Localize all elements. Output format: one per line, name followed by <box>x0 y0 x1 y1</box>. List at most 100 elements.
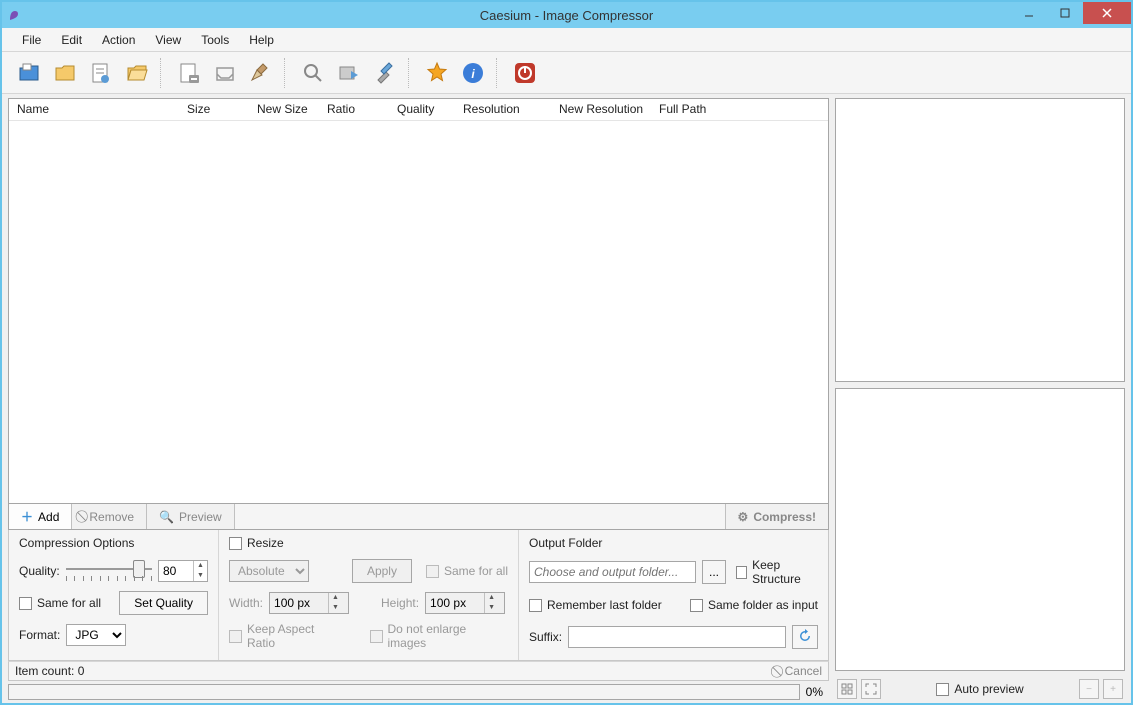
refresh-icon <box>798 629 812 643</box>
zoom-out-button[interactable]: − <box>1079 679 1099 699</box>
toolbar-separator <box>284 58 290 88</box>
magnifier-icon: 🔍 <box>159 510 174 524</box>
original-preview-pane <box>835 98 1125 382</box>
col-ratio[interactable]: Ratio <box>319 99 389 120</box>
action-spacer <box>235 504 725 529</box>
width-spinbox[interactable]: ▲▼ <box>269 592 349 614</box>
menu-help[interactable]: Help <box>239 30 284 50</box>
window-title: Caesium - Image Compressor <box>2 8 1131 23</box>
broom-icon[interactable] <box>244 56 278 90</box>
preview-label: Preview <box>179 510 222 524</box>
resize-same-for-all-checkbox[interactable] <box>426 565 439 578</box>
close-button[interactable] <box>1083 2 1131 24</box>
menu-file[interactable]: File <box>12 30 51 50</box>
add-label: Add <box>38 510 59 524</box>
file-list-icon[interactable] <box>84 56 118 90</box>
progress-value: 0% <box>806 685 823 699</box>
auto-preview-label: Auto preview <box>954 682 1023 696</box>
quality-label: Quality: <box>19 564 60 578</box>
remember-folder-checkbox[interactable] <box>529 599 542 612</box>
file-table: Name Size New Size Ratio Quality Resolut… <box>8 98 829 504</box>
compress-run-icon[interactable] <box>332 56 366 90</box>
menu-action[interactable]: Action <box>92 30 145 50</box>
table-header: Name Size New Size Ratio Quality Resolut… <box>9 99 828 121</box>
maximize-button[interactable] <box>1047 2 1083 24</box>
width-value[interactable] <box>270 593 328 613</box>
keep-structure-label: Keep Structure <box>752 558 818 586</box>
main-area: Name Size New Size Ratio Quality Resolut… <box>2 94 1131 703</box>
suffix-input[interactable] <box>568 626 786 648</box>
col-size[interactable]: Size <box>179 99 249 120</box>
no-enlarge-checkbox[interactable] <box>370 630 383 643</box>
left-column: Name Size New Size Ratio Quality Resolut… <box>8 98 829 701</box>
same-for-all-label: Same for all <box>37 596 101 610</box>
quality-value[interactable] <box>159 561 193 581</box>
output-folder-input[interactable] <box>529 561 696 583</box>
cancel-label: Cancel <box>785 664 822 678</box>
open-folder-icon[interactable] <box>48 56 82 90</box>
open-file-icon[interactable] <box>12 56 46 90</box>
toolbar: i <box>2 52 1131 94</box>
same-as-input-checkbox[interactable] <box>690 599 703 612</box>
col-resolution[interactable]: Resolution <box>455 99 551 120</box>
resize-checkbox[interactable] <box>229 537 242 550</box>
resize-apply-button[interactable]: Apply <box>352 559 412 583</box>
suffix-reset-button[interactable] <box>792 625 818 649</box>
col-new-resolution[interactable]: New Resolution <box>551 99 651 120</box>
compression-group: Compression Options Quality: ▲▼ <box>9 530 219 660</box>
set-quality-button[interactable]: Set Quality <box>119 591 208 615</box>
resize-group: Resize Absolute Apply Same for all Width… <box>219 530 519 660</box>
fit-small-icon[interactable] <box>837 679 857 699</box>
remove-button[interactable]: ⃠ Remove <box>72 504 147 529</box>
menu-view[interactable]: View <box>145 30 191 50</box>
menubar: File Edit Action View Tools Help <box>2 28 1131 52</box>
keep-structure-checkbox[interactable] <box>736 566 747 579</box>
remove-label: Remove <box>89 510 134 524</box>
add-button[interactable]: ＋ Add <box>9 504 72 529</box>
col-full-path[interactable]: Full Path <box>651 99 828 120</box>
plus-icon: ＋ <box>21 508 33 525</box>
compress-button[interactable]: ⚙ Compress! <box>725 504 828 529</box>
star-icon[interactable] <box>420 56 454 90</box>
quality-spinbox[interactable]: ▲▼ <box>158 560 208 582</box>
browse-button[interactable]: ... <box>702 560 726 584</box>
height-label: Height: <box>381 596 419 610</box>
folder-open-icon[interactable] <box>120 56 154 90</box>
tools-icon[interactable] <box>368 56 402 90</box>
cancel-button[interactable]: ⃠ Cancel <box>780 664 822 679</box>
info-icon[interactable]: i <box>456 56 490 90</box>
col-quality[interactable]: Quality <box>389 99 455 120</box>
fit-large-icon[interactable] <box>861 679 881 699</box>
minimize-button[interactable] <box>1011 2 1047 24</box>
item-count-value: 0 <box>78 664 85 678</box>
compress-label: Compress! <box>753 510 816 524</box>
power-icon[interactable] <box>508 56 542 90</box>
output-group: Output Folder ... Keep Structure Remembe… <box>519 530 828 660</box>
col-new-size[interactable]: New Size <box>249 99 319 120</box>
same-as-input-label: Same folder as input <box>708 598 818 612</box>
auto-preview-checkbox[interactable] <box>936 683 949 696</box>
col-name[interactable]: Name <box>9 99 179 120</box>
quality-slider[interactable] <box>66 560 152 582</box>
width-label: Width: <box>229 596 263 610</box>
same-for-all-checkbox[interactable] <box>19 597 32 610</box>
resize-title: Resize <box>247 536 284 550</box>
inbox-icon[interactable] <box>208 56 242 90</box>
right-column: Auto preview − + <box>835 98 1125 701</box>
item-count-label: Item count: <box>15 664 74 678</box>
no-enlarge-label: Do not enlarge images <box>388 622 509 650</box>
menu-tools[interactable]: Tools <box>191 30 239 50</box>
compression-title: Compression Options <box>19 536 208 550</box>
format-select[interactable]: JPG <box>66 624 126 646</box>
table-body[interactable] <box>9 121 828 503</box>
resize-mode-select[interactable]: Absolute <box>229 560 309 582</box>
options-panel: Compression Options Quality: ▲▼ <box>8 530 829 661</box>
zoom-in-button[interactable]: + <box>1103 679 1123 699</box>
preview-button[interactable]: 🔍 Preview <box>147 504 235 529</box>
remove-file-icon[interactable] <box>172 56 206 90</box>
height-spinbox[interactable]: ▲▼ <box>425 592 505 614</box>
keep-aspect-checkbox[interactable] <box>229 630 242 643</box>
menu-edit[interactable]: Edit <box>51 30 92 50</box>
zoom-icon[interactable] <box>296 56 330 90</box>
height-value[interactable] <box>426 593 484 613</box>
